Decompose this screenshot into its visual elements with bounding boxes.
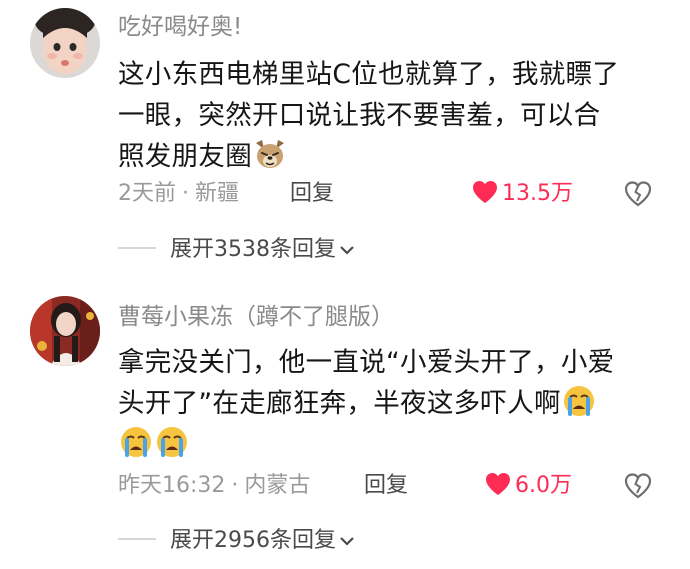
like-button[interactable]: 6.0万 [485,472,572,500]
comment-time: 2天前 [118,181,176,206]
divider-line [118,247,156,249]
comment-text: 这小东西电梯里站C位也就算了，我就瞟了 一眼，突然开口说让我不要害羞，可以合 照… [118,54,663,177]
comment-item: 曹莓小果冻（蹲不了腿版） 拿完没关门，他一直说“小爱头开了，小爱 头开了”在走廊… [0,290,690,569]
like-count: 13.5万 [502,181,573,206]
comment-location: 新疆 [195,181,240,206]
comment-text: 拿完没关门，他一直说“小爱头开了，小爱 头开了”在走廊狂奔，半夜这多吓人啊 [118,342,663,465]
comment-line: 拿完没关门，他一直说“小爱头开了，小爱 [118,347,615,378]
comment-line: 这小东西电梯里站C位也就算了，我就瞟了 [118,59,620,90]
divider-line [118,538,156,540]
comment-meta: 2天前 · 新疆 [118,180,239,208]
expand-replies[interactable]: 展开2956条回复 [118,527,356,555]
like-button[interactable]: 13.5万 [472,180,573,208]
expand-replies-label: 展开3538条回复 [170,237,336,262]
comment-time: 昨天16:32 [118,473,226,498]
comment-line: 照发朋友圈 [118,136,663,177]
comment-username[interactable]: 吃好喝好奥! [118,12,242,42]
chevron-down-icon [340,537,354,546]
crying-face-emoji [157,427,187,457]
broken-heart-icon[interactable] [624,180,652,208]
comment-line [118,424,663,465]
heart-icon [473,181,497,203]
comment-username[interactable]: 曹莓小果冻（蹲不了腿版） [118,302,394,332]
comment-item: 吃好喝好奥! 这小东西电梯里站C位也就算了，我就瞟了 一眼，突然开口说让我不要害… [0,0,690,280]
comment-line: 一眼，突然开口说让我不要害羞，可以合 [118,100,601,131]
comment-meta: 昨天16:32 · 内蒙古 [118,472,310,500]
reply-button[interactable]: 回复 [290,180,334,208]
chevron-down-icon [340,246,354,255]
reply-button[interactable]: 回复 [364,472,408,500]
like-count: 6.0万 [515,473,572,498]
crying-face-emoji [121,427,151,457]
comment-location: 内蒙古 [244,473,311,498]
separator: · [182,181,189,206]
dog-face-emoji [256,140,284,168]
comment-line: 头开了”在走廊狂奔，半夜这多吓人啊 [118,383,663,424]
separator: · [231,473,239,498]
avatar[interactable] [30,8,100,78]
expand-replies[interactable]: 展开3538条回复 [118,236,356,264]
avatar[interactable] [30,296,100,366]
broken-heart-icon[interactable] [624,472,652,500]
heart-icon [486,473,510,495]
expand-replies-label: 展开2956条回复 [170,528,336,553]
crying-face-emoji [563,386,594,416]
